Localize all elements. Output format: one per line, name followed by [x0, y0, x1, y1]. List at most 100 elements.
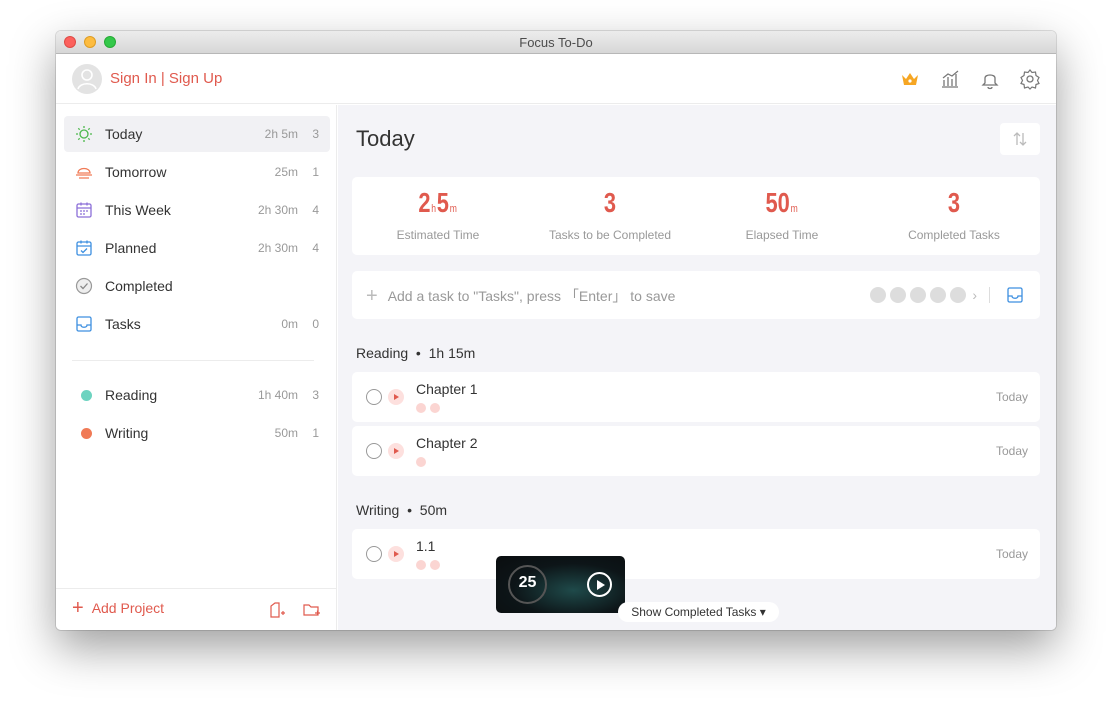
stat-completed-tasks: 3 Completed Tasks — [868, 177, 1040, 242]
project-color-dot — [81, 428, 92, 439]
sidebar-item-tasks[interactable]: Tasks 0m 0 — [64, 306, 330, 342]
add-task-input[interactable]: + Add a task to "Tasks", press 「Enter」 t… — [366, 286, 675, 306]
add-project-button[interactable]: + Add Project — [72, 597, 164, 619]
project-item-writing[interactable]: Writing 50m 1 — [64, 415, 330, 451]
sidebar-item-planned[interactable]: Planned 2h 30m 4 — [64, 230, 330, 266]
sidebar-item-today[interactable]: Today 2h 5m 3 — [64, 116, 330, 152]
separator — [989, 287, 990, 303]
close-window-button[interactable] — [64, 36, 76, 48]
task-pomodoros — [416, 457, 426, 467]
task-row[interactable]: 1.1 Today — [352, 529, 1040, 579]
project-count: 1 — [312, 426, 319, 440]
task-checkbox[interactable] — [366, 389, 382, 405]
project-color-dot — [81, 390, 92, 401]
project-time: 1h 40m — [257, 388, 298, 402]
maximize-window-button[interactable] — [104, 36, 116, 48]
inbox-icon[interactable] — [1006, 286, 1024, 304]
sunset-icon — [76, 167, 92, 179]
gear-icon[interactable] — [1019, 68, 1041, 90]
stat-value: 3 — [947, 187, 961, 218]
pomodoro-timer-widget[interactable]: 25 — [496, 556, 625, 613]
stat-elapsed-time: 50m Elapsed Time — [696, 177, 868, 242]
task-checkbox[interactable] — [366, 546, 382, 562]
task-name: Chapter 1 — [416, 381, 478, 397]
pomodoro-icon[interactable] — [950, 287, 967, 303]
task-checkbox[interactable] — [366, 443, 382, 459]
stat-estimated-time: 2h5m Estimated Time — [352, 177, 524, 242]
pomodoro-icon[interactable] — [890, 287, 907, 303]
project-count: 3 — [312, 388, 319, 402]
sidebar-item-count: 4 — [312, 241, 319, 255]
sidebar-item-count: 3 — [312, 127, 319, 141]
calendar-planned-icon — [76, 240, 92, 256]
stat-label: Estimated Time — [396, 228, 480, 242]
pomodoro-icon[interactable] — [910, 287, 927, 303]
stats-card: 2h5m Estimated Time 3 Tasks to be Comple… — [352, 177, 1040, 255]
add-project-folder-icon[interactable] — [302, 600, 322, 620]
stat-value: 50m — [765, 187, 798, 218]
chevron-right-icon[interactable]: › — [972, 287, 977, 303]
minimize-window-button[interactable] — [84, 36, 96, 48]
sidebar-item-count: 1 — [312, 165, 319, 179]
project-label: Reading — [105, 387, 158, 403]
check-circle-icon — [75, 277, 93, 295]
avatar[interactable] — [72, 64, 102, 94]
window-controls — [64, 36, 116, 48]
add-task-placeholder: Add a task to "Tasks", press 「Enter」 to … — [387, 288, 676, 304]
start-pomodoro-icon[interactable] — [388, 546, 404, 562]
calendar-week-icon — [76, 202, 92, 218]
stat-value: 2h5m — [418, 187, 457, 218]
task-pomodoros — [416, 403, 440, 413]
play-icon[interactable] — [587, 572, 612, 597]
sidebar-item-this-week[interactable]: This Week 2h 30m 4 — [64, 192, 330, 228]
pomodoro-estimate-selector[interactable]: › — [870, 287, 990, 303]
stat-tasks-to-complete: 3 Tasks to be Completed — [524, 177, 696, 242]
stat-label: Tasks to be Completed — [548, 228, 672, 242]
task-row[interactable]: Chapter 1 Today — [352, 372, 1040, 422]
sidebar-item-count: 4 — [312, 203, 319, 217]
start-pomodoro-icon[interactable] — [388, 443, 404, 459]
sidebar-footer: + Add Project — [56, 588, 337, 630]
sidebar-item-time: 2h 30m — [257, 241, 298, 255]
add-task-bar[interactable]: + Add a task to "Tasks", press 「Enter」 t… — [352, 271, 1040, 319]
sidebar-item-time: 0m — [281, 317, 298, 331]
timer-value: 25 — [518, 574, 537, 591]
sidebar: Today 2h 5m 3 Tomorrow 25m 1 This Week 2… — [56, 105, 337, 630]
task-row[interactable]: Chapter 2 Today — [352, 426, 1040, 476]
sidebar-item-label: Completed — [105, 278, 173, 294]
sidebar-item-label: Tomorrow — [105, 164, 167, 180]
inbox-icon — [76, 316, 92, 332]
start-pomodoro-icon[interactable] — [388, 389, 404, 405]
section-title-writing: Writing • 50m — [356, 502, 448, 518]
sort-icon — [1013, 132, 1027, 146]
sun-icon — [76, 126, 92, 142]
show-completed-tasks-button[interactable]: Show Completed Tasks ▾ — [618, 602, 779, 622]
sort-button[interactable] — [1000, 123, 1040, 155]
crown-icon[interactable] — [899, 68, 921, 90]
bell-icon[interactable] — [979, 68, 1001, 90]
task-date: Today — [995, 444, 1028, 458]
sidebar-item-label: This Week — [105, 202, 171, 218]
sidebar-item-count: 0 — [312, 317, 319, 331]
pomodoro-icon[interactable] — [930, 287, 947, 303]
task-name: 1.1 — [416, 538, 436, 554]
sidebar-item-label: Today — [105, 126, 143, 142]
chart-icon[interactable] — [939, 68, 961, 90]
task-pomodoros — [416, 560, 440, 570]
sidebar-divider — [72, 360, 314, 361]
app-window: Focus To-Do Sign In | Sign Up Today 2h 5… — [56, 31, 1056, 630]
user-icon — [77, 69, 97, 90]
sidebar-item-completed[interactable]: Completed — [64, 268, 330, 304]
sign-in-link[interactable]: Sign In | Sign Up — [110, 70, 222, 87]
plus-icon: + — [72, 597, 84, 619]
add-folder-icon[interactable] — [267, 600, 287, 620]
window-title: Focus To-Do — [519, 35, 593, 50]
stat-value: 3 — [603, 187, 617, 218]
project-item-reading[interactable]: Reading 1h 40m 3 — [64, 377, 330, 413]
app-header: Sign In | Sign Up — [56, 54, 1056, 104]
pomodoro-icon[interactable] — [870, 287, 887, 303]
sidebar-item-tomorrow[interactable]: Tomorrow 25m 1 — [64, 154, 330, 190]
sidebar-item-label: Tasks — [105, 316, 141, 332]
title-bar: Focus To-Do — [56, 31, 1056, 54]
stat-label: Elapsed Time — [745, 228, 819, 242]
